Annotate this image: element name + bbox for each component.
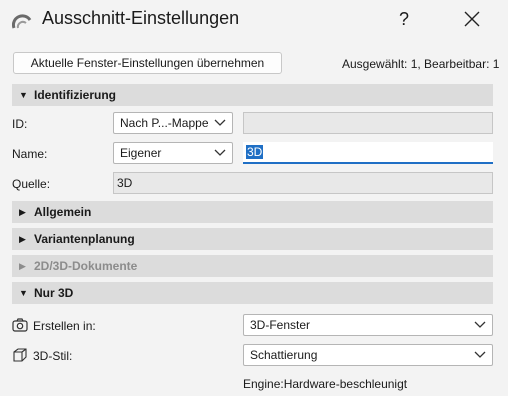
chevron-down-icon xyxy=(474,321,486,328)
collapsed-triangle-icon: ▶ xyxy=(19,207,26,217)
section-only3d-label: Nur 3D xyxy=(34,286,74,300)
name-source-value: Eigener xyxy=(120,146,162,160)
name-source-select[interactable]: Eigener xyxy=(113,142,233,164)
section-variants[interactable]: ▶ Variantenplanung xyxy=(12,228,493,250)
close-button[interactable] xyxy=(452,6,492,32)
close-icon xyxy=(464,11,480,27)
style-3d-label: 3D-Stil: xyxy=(33,349,73,363)
expanded-triangle-icon: ▼ xyxy=(19,288,28,298)
id-source-select[interactable]: Nach P...-Mappe xyxy=(113,112,233,134)
chevron-down-icon xyxy=(474,351,486,358)
section-variants-label: Variantenplanung xyxy=(34,232,135,246)
create-in-select[interactable]: 3D-Fenster xyxy=(243,314,493,336)
expanded-triangle-icon: ▼ xyxy=(19,90,28,100)
chevron-down-icon xyxy=(214,119,226,126)
window-title: Ausschnitt-Einstellungen xyxy=(42,8,240,28)
chevron-down-icon xyxy=(214,149,226,156)
section-only3d[interactable]: ▼ Nur 3D xyxy=(12,282,493,304)
source-label: Quelle: xyxy=(12,177,51,191)
section-documents: ▶ 2D/3D-Dokumente xyxy=(12,255,493,277)
id-label: ID: xyxy=(12,117,28,131)
id-field[interactable] xyxy=(243,112,493,134)
id-source-value: Nach P...-Mappe xyxy=(120,116,209,130)
engine-info: Engine:Hardware-beschleunigt xyxy=(243,377,408,391)
source-field: 3D xyxy=(113,172,493,194)
app-logo-icon xyxy=(12,14,32,29)
cube-icon xyxy=(13,348,27,362)
section-documents-label: 2D/3D-Dokumente xyxy=(34,259,138,273)
help-button[interactable]: ? xyxy=(384,6,424,32)
selection-info: Ausgewählt: 1, Bearbeitbar: 1 xyxy=(342,57,500,71)
camera-icon xyxy=(12,318,28,332)
section-identification[interactable]: ▼ Identifizierung xyxy=(12,84,493,106)
style-3d-select[interactable]: Schattierung xyxy=(243,344,493,366)
collapsed-triangle-icon: ▶ xyxy=(19,261,26,271)
section-identification-label: Identifizierung xyxy=(34,88,116,102)
collapsed-triangle-icon: ▶ xyxy=(19,234,26,244)
name-field[interactable]: 3D xyxy=(243,142,493,164)
section-general[interactable]: ▶ Allgemein xyxy=(12,201,493,223)
style-3d-value: Schattierung xyxy=(250,348,318,362)
name-field-value: 3D xyxy=(246,145,264,159)
name-label: Name: xyxy=(12,147,48,161)
create-in-label: Erstellen in: xyxy=(33,319,96,333)
apply-window-settings-button[interactable]: Aktuelle Fenster-Einstellungen übernehme… xyxy=(13,52,282,74)
create-in-value: 3D-Fenster xyxy=(250,318,311,332)
section-general-label: Allgemein xyxy=(34,205,92,219)
